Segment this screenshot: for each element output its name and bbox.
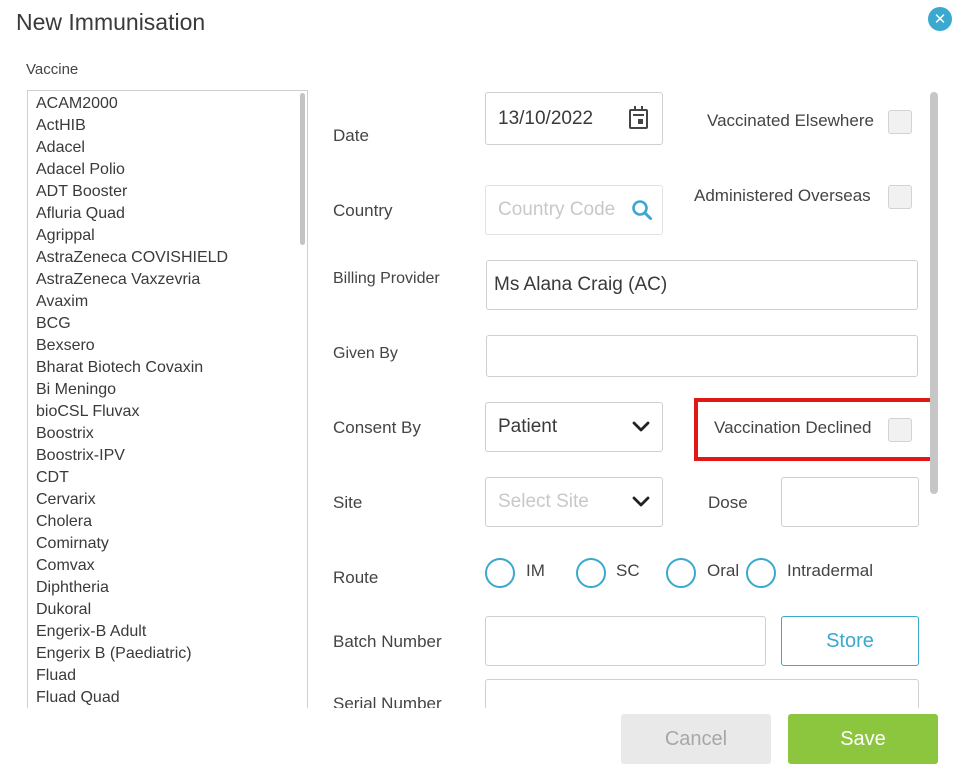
consent-by-label: Consent By bbox=[333, 418, 421, 437]
route-label-intradermal: Intradermal bbox=[787, 561, 873, 580]
billing-provider-field[interactable]: Ms Alana Craig (AC) bbox=[486, 260, 918, 310]
vaccine-list-item[interactable]: Bharat Biotech Covaxin bbox=[28, 357, 307, 379]
consent-by-select[interactable]: Patient bbox=[485, 402, 663, 452]
vaccine-list-item[interactable]: bioCSL Fluvax bbox=[28, 401, 307, 423]
search-icon[interactable] bbox=[631, 199, 653, 221]
site-select[interactable]: Select Site bbox=[485, 477, 663, 527]
vaccine-list-item[interactable]: Comirnaty bbox=[28, 533, 307, 555]
save-button[interactable]: Save bbox=[788, 714, 938, 764]
vaccine-list-item[interactable]: Afluria Quad bbox=[28, 203, 307, 225]
vaccine-list-item[interactable]: Avaxim bbox=[28, 291, 307, 313]
billing-provider-label: Billing Provider bbox=[333, 270, 440, 287]
batch-number-label: Batch Number bbox=[333, 632, 442, 651]
vaccine-list-item[interactable]: Engerix-B Adult bbox=[28, 621, 307, 643]
vaccine-list-item[interactable]: Fluad bbox=[28, 665, 307, 687]
country-placeholder: Country Code bbox=[498, 199, 616, 220]
vaccine-list-item[interactable]: Cervarix bbox=[28, 489, 307, 511]
vaccine-list-item[interactable]: Engerix B (Paediatric) bbox=[28, 643, 307, 665]
administered-overseas-label: Administered Overseas bbox=[694, 186, 871, 205]
cancel-button[interactable]: Cancel bbox=[621, 714, 771, 764]
store-button[interactable]: Store bbox=[781, 616, 919, 666]
vaccine-list-item[interactable]: BCG bbox=[28, 313, 307, 335]
route-label: Route bbox=[333, 568, 379, 587]
vaccine-list-item[interactable]: Cholera bbox=[28, 511, 307, 533]
vaccine-list-item[interactable]: Agrippal bbox=[28, 225, 307, 247]
vaccinated-elsewhere-label: Vaccinated Elsewhere bbox=[707, 111, 874, 130]
form-overflow-region: Serial Number bbox=[320, 660, 930, 708]
vaccine-list-item[interactable]: Bexsero bbox=[28, 335, 307, 357]
chevron-down-icon bbox=[632, 496, 650, 507]
vaccine-list-item[interactable]: Adacel bbox=[28, 137, 307, 159]
given-by-field[interactable] bbox=[486, 335, 918, 377]
route-label-sc: SC bbox=[616, 561, 640, 580]
route-radio-sc[interactable] bbox=[576, 558, 606, 588]
route-radio-im[interactable] bbox=[485, 558, 515, 588]
route-label-oral: Oral bbox=[707, 561, 740, 580]
date-label: Date bbox=[333, 126, 369, 145]
vaccinated-elsewhere-checkbox[interactable] bbox=[888, 110, 912, 134]
vaccine-list-item[interactable]: Bi Meningo bbox=[28, 379, 307, 401]
billing-provider-value: Ms Alana Craig (AC) bbox=[494, 274, 668, 295]
country-label: Country bbox=[333, 201, 393, 220]
vaccine-list-item[interactable]: ActHIB bbox=[28, 115, 307, 137]
vaccine-list-item[interactable]: ADT Booster bbox=[28, 181, 307, 203]
vaccine-list-item[interactable]: Dukoral bbox=[28, 599, 307, 621]
vaccine-list-item[interactable]: AstraZeneca COVISHIELD bbox=[28, 247, 307, 269]
vaccine-list-item[interactable]: Adacel Polio bbox=[28, 159, 307, 181]
serial-number-label: Serial Number bbox=[333, 694, 442, 708]
vaccine-list-item[interactable]: Fluad Quad bbox=[28, 687, 307, 708]
route-radio-intradermal[interactable] bbox=[746, 558, 776, 588]
vaccine-label: Vaccine bbox=[26, 61, 79, 78]
date-value: 13/10/2022 bbox=[498, 107, 594, 129]
vaccine-list-item[interactable]: Comvax bbox=[28, 555, 307, 577]
vaccination-declined-checkbox[interactable] bbox=[888, 418, 912, 442]
consent-by-value: Patient bbox=[498, 416, 558, 437]
date-field[interactable]: 13/10/2022 bbox=[485, 92, 663, 145]
site-label: Site bbox=[333, 493, 363, 512]
vaccine-list[interactable]: ACAM2000 ActHIB Adacel Adacel Polio ADT Boos… bbox=[27, 90, 308, 708]
vaccine-list-scrollbar[interactable] bbox=[300, 93, 305, 245]
close-icon[interactable]: ✕ bbox=[928, 7, 952, 31]
vaccine-list-item[interactable]: AstraZeneca Vaxzevria bbox=[28, 269, 307, 291]
site-placeholder: Select Site bbox=[498, 491, 589, 512]
vaccine-list-item[interactable]: Boostrix bbox=[28, 423, 307, 445]
vaccine-list-item[interactable]: Diphtheria bbox=[28, 577, 307, 599]
chevron-down-icon bbox=[632, 421, 650, 432]
vaccination-declined-label: Vaccination Declined bbox=[714, 418, 872, 437]
vaccine-list-item[interactable]: ACAM2000 bbox=[28, 93, 307, 115]
route-radio-oral[interactable] bbox=[666, 558, 696, 588]
form-scrollbar[interactable] bbox=[930, 92, 938, 494]
batch-number-field[interactable] bbox=[485, 616, 766, 666]
vaccine-list-item[interactable]: CDT bbox=[28, 467, 307, 489]
dose-field[interactable] bbox=[781, 477, 919, 527]
vaccine-list-item[interactable]: Boostrix-IPV bbox=[28, 445, 307, 467]
administered-overseas-checkbox[interactable] bbox=[888, 185, 912, 209]
route-label-im: IM bbox=[526, 561, 545, 580]
dose-label: Dose bbox=[708, 493, 748, 512]
country-field[interactable]: Country Code bbox=[485, 185, 663, 235]
given-by-label: Given By bbox=[333, 345, 398, 362]
serial-number-field[interactable] bbox=[485, 679, 919, 708]
vaccine-list-items: ACAM2000 ActHIB Adacel Adacel Polio ADT Boos… bbox=[28, 91, 307, 708]
calendar-icon[interactable] bbox=[629, 105, 648, 129]
dialog-title: New Immunisation bbox=[16, 9, 206, 35]
